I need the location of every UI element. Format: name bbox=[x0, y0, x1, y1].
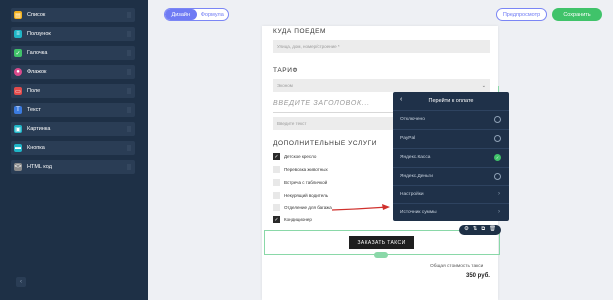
sidebar-item-label: Картинка bbox=[27, 126, 51, 132]
save-button[interactable]: Сохранить bbox=[552, 8, 602, 21]
checkbox-luggage[interactable] bbox=[273, 204, 280, 211]
checkbox-sign-meeting[interactable] bbox=[273, 179, 280, 186]
tariff-select[interactable]: Эконом ⌄ bbox=[273, 79, 490, 92]
resize-handle[interactable] bbox=[374, 252, 388, 258]
sidebar-item-text[interactable]: T Текст bbox=[11, 103, 135, 117]
order-taxi-button[interactable]: ЗАКАЗАТЬ ТАКСИ bbox=[349, 236, 414, 249]
chevron-right-icon: › bbox=[498, 209, 500, 215]
slider-icon: ≡ bbox=[14, 30, 22, 38]
drag-handle-icon[interactable] bbox=[127, 126, 131, 132]
drag-handle-icon[interactable] bbox=[127, 164, 131, 170]
checkbox-pets[interactable] bbox=[273, 166, 280, 173]
radio-button[interactable] bbox=[494, 116, 501, 123]
panel-header: ‹ Перейти к оплате bbox=[393, 92, 509, 109]
section-title-where[interactable]: КУДА ПОЕДЕМ bbox=[273, 28, 326, 35]
move-icon[interactable]: ⇅ bbox=[473, 227, 478, 233]
checkbox-label: Отделение для багажа bbox=[284, 205, 332, 210]
checkbox-icon: ✓ bbox=[14, 49, 22, 57]
radio-checked-icon[interactable]: ✓ bbox=[494, 154, 501, 161]
preview-button[interactable]: Предпросмотр bbox=[496, 8, 547, 21]
checkbox-label: Кондиционер bbox=[284, 217, 312, 222]
radio-icon: ● bbox=[14, 68, 22, 76]
sidebar-item-label: Текст bbox=[27, 107, 41, 113]
sidebar-item-button[interactable]: ▬ Кнопка bbox=[11, 141, 135, 155]
drag-handle-icon[interactable] bbox=[127, 50, 131, 56]
payment-option-yandex-kassa[interactable]: Яндекс.Касса ✓ bbox=[393, 148, 509, 166]
checkbox-label: Встреча с табличкой bbox=[284, 180, 328, 185]
checkbox-label: Детское кресло bbox=[284, 154, 317, 159]
code-icon: <> bbox=[14, 163, 22, 171]
section-title-services[interactable]: ДОПОЛНИТЕЛЬНЫЕ УСЛУГИ bbox=[273, 140, 377, 147]
drag-handle-icon[interactable] bbox=[127, 12, 131, 18]
checkbox-label: Некурящий водитель bbox=[284, 193, 329, 198]
option-label: Яндекс.Деньги bbox=[400, 174, 433, 179]
chevron-right-icon: › bbox=[498, 191, 500, 197]
checkbox-air-conditioner[interactable]: ✓ bbox=[273, 216, 280, 223]
image-icon: ▣ bbox=[14, 125, 22, 133]
annotation-arrow bbox=[331, 204, 390, 211]
sidebar-item-label: Поле bbox=[27, 88, 41, 94]
text-icon: T bbox=[14, 106, 22, 114]
mode-switch: Дизайн Формула bbox=[164, 8, 229, 21]
sidebar-item-label: Галочка bbox=[27, 50, 48, 56]
payment-settings-panel: ‹ Перейти к оплате Отключено PayPal Янде… bbox=[393, 92, 509, 221]
tab-formula[interactable]: Формула bbox=[197, 9, 229, 20]
drag-handle-icon[interactable] bbox=[127, 31, 131, 37]
panel-title: Перейти к оплате bbox=[428, 97, 474, 104]
section-title-tariff[interactable]: ТАРИФ bbox=[273, 67, 298, 74]
drag-handle-icon[interactable] bbox=[127, 107, 131, 113]
copy-icon[interactable]: ⧉ bbox=[481, 227, 485, 233]
sidebar-item-label: Флажок bbox=[27, 69, 47, 75]
sidebar-item-list[interactable]: ▤ Список bbox=[11, 8, 135, 22]
tab-design[interactable]: Дизайн bbox=[165, 9, 197, 20]
payment-option-yandex-money[interactable]: Яндекс.Деньги bbox=[393, 167, 509, 185]
drag-handle-icon[interactable] bbox=[127, 69, 131, 75]
option-label: Отключено bbox=[400, 117, 425, 122]
sidebar-item-label: Кнопка bbox=[27, 145, 45, 151]
option-label: PayPal bbox=[400, 136, 416, 141]
checkbox-nonsmoking[interactable] bbox=[273, 192, 280, 199]
sidebar-item-image[interactable]: ▣ Картинка bbox=[11, 122, 135, 136]
address-input[interactable]: Улица, дом, номер/строение * bbox=[273, 40, 490, 53]
field-icon: ▭ bbox=[14, 87, 22, 95]
payment-option-paypal[interactable]: PayPal bbox=[393, 129, 509, 147]
sidebar-item-label: HTML код bbox=[27, 164, 52, 170]
sidebar-item-label: Список bbox=[27, 12, 46, 18]
sidebar-collapse-button[interactable]: ‹ bbox=[16, 277, 26, 287]
total-value: 350 руб. bbox=[466, 273, 490, 279]
sidebar-item-label: Ползунок bbox=[27, 31, 51, 37]
radio-button[interactable] bbox=[494, 135, 501, 142]
chevron-down-icon: ⌄ bbox=[481, 83, 486, 89]
sidebar-item-radio[interactable]: ● Флажок bbox=[11, 65, 135, 79]
back-arrow-icon[interactable]: ‹ bbox=[400, 96, 402, 103]
drag-handle-icon[interactable] bbox=[127, 88, 131, 94]
option-label: Яндекс.Касса bbox=[400, 155, 431, 160]
checkbox-label: Перевозка животных bbox=[284, 167, 328, 172]
panel-link-amount-source[interactable]: Источник суммы › bbox=[393, 203, 509, 221]
sidebar-item-html-code[interactable]: <> HTML код bbox=[11, 160, 135, 174]
sidebar-item-slider[interactable]: ≡ Ползунок bbox=[11, 27, 135, 41]
payment-option-disabled[interactable]: Отключено bbox=[393, 110, 509, 128]
option-label: Источник суммы bbox=[400, 210, 437, 215]
panel-link-settings[interactable]: Настройки › bbox=[393, 185, 509, 203]
drag-handle-icon[interactable] bbox=[127, 145, 131, 151]
settings-icon[interactable]: ⚙ bbox=[464, 227, 469, 233]
total-label: Общая стоимость такси bbox=[430, 264, 484, 269]
sidebar: ▤ Список ≡ Ползунок ✓ Галочка ● Флажок ▭… bbox=[0, 0, 148, 300]
tariff-select-value: Эконом bbox=[277, 83, 293, 88]
heading-input[interactable]: ВВЕДИТЕ ЗАГОЛОВОК... bbox=[273, 100, 370, 107]
checkbox-child-seat[interactable]: ✓ bbox=[273, 153, 280, 160]
radio-button[interactable] bbox=[494, 173, 501, 180]
option-label: Настройки bbox=[400, 192, 424, 197]
button-icon: ▬ bbox=[14, 144, 22, 152]
block-toolbar: ⚙ ⇅ ⧉ 🗑 bbox=[459, 225, 501, 235]
sidebar-item-checkbox[interactable]: ✓ Галочка bbox=[11, 46, 135, 60]
list-icon: ▤ bbox=[14, 11, 22, 19]
sidebar-item-field[interactable]: ▭ Поле bbox=[11, 84, 135, 98]
delete-icon[interactable]: 🗑 bbox=[489, 227, 496, 233]
